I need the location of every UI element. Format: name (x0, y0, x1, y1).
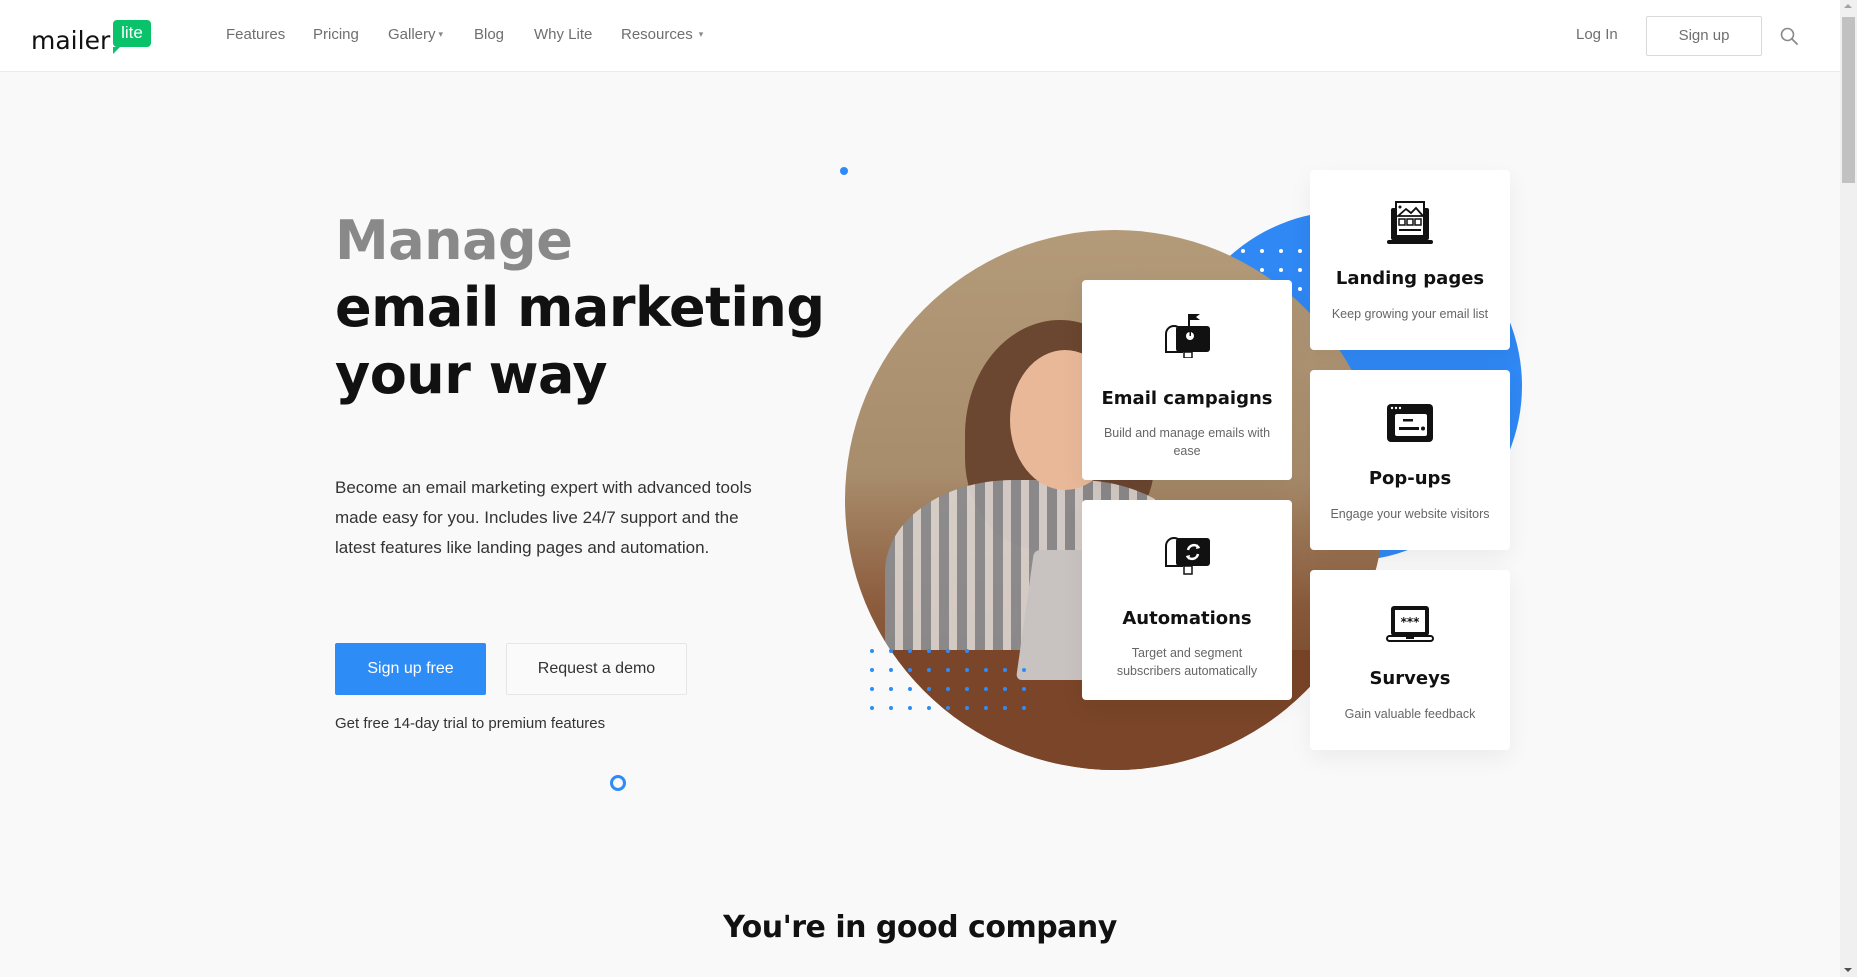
decorative-dot (927, 687, 931, 691)
nav-label: Pricing (313, 26, 359, 43)
card-description: Target and segment subscribers automatic… (1116, 646, 1258, 678)
request-demo-button[interactable]: Request a demo (506, 643, 687, 695)
nav-resources[interactable]: Resources ▾ (621, 26, 703, 43)
logo-badge: lite (113, 20, 151, 54)
signup-button[interactable]: Sign up (1646, 16, 1762, 56)
feature-card-surveys[interactable]: *** Surveys Gain valuable feedback (1310, 570, 1510, 750)
decorative-dot (1022, 668, 1026, 672)
scroll-up-arrow-icon[interactable] (1844, 4, 1852, 8)
decorative-dot (1003, 706, 1007, 710)
logo-wordmark: mailer (31, 26, 111, 55)
browser-popup-icon (1387, 404, 1433, 442)
decorative-dot (984, 706, 988, 710)
decorative-dot (1003, 687, 1007, 691)
card-title: Email campaigns (1101, 388, 1273, 409)
nav-label: Resources (621, 26, 693, 43)
decorative-dot (1279, 268, 1283, 272)
nav-gallery[interactable]: Gallery ▾ (388, 26, 443, 43)
decorative-dot (908, 649, 912, 653)
decorative-dot (1298, 268, 1302, 272)
feature-card-pop-ups[interactable]: Pop-ups Engage your website visitors (1310, 370, 1510, 550)
nav-features[interactable]: Features (226, 26, 285, 43)
decorative-dot (965, 668, 969, 672)
decorative-dot (965, 706, 969, 710)
decorative-dot (889, 668, 893, 672)
decorative-dot (889, 687, 893, 691)
decorative-dot (870, 706, 874, 710)
decorative-dot (946, 706, 950, 710)
card-title: Pop-ups (1368, 468, 1452, 489)
sign-up-free-button[interactable]: Sign up free (335, 643, 486, 695)
search-icon[interactable] (1780, 27, 1798, 45)
feature-card-email-campaigns[interactable]: Email campaigns Build and manage emails … (1082, 280, 1292, 480)
svg-text:***: *** (1401, 615, 1421, 629)
decorative-dot (1241, 249, 1245, 253)
mailbox-flag-icon (1165, 314, 1210, 358)
decorative-dot (965, 649, 969, 653)
decorative-dot (927, 706, 931, 710)
feature-card-landing-pages[interactable]: Landing pages Keep growing your email li… (1310, 170, 1510, 350)
decorative-dot (908, 706, 912, 710)
trial-note: Get free 14-day trial to premium feature… (335, 715, 606, 732)
decorative-dot (984, 668, 988, 672)
headline-line-1: Manage (335, 209, 573, 272)
laptop-landing-page-icon (1387, 201, 1433, 244)
nav-blog[interactable]: Blog (474, 26, 504, 43)
headline-line-3: your way (335, 343, 608, 406)
decorative-dot (1298, 249, 1302, 253)
scroll-down-arrow-icon[interactable] (1844, 968, 1852, 972)
chevron-down-icon: ▾ (438, 29, 444, 39)
decorative-dot (870, 649, 874, 653)
login-link[interactable]: Log In (1576, 26, 1618, 43)
card-title: Landing pages (1335, 268, 1485, 289)
mailbox-refresh-icon (1165, 537, 1210, 575)
vertical-scrollbar[interactable] (1840, 0, 1857, 977)
decorative-dot (965, 687, 969, 691)
laptop-survey-icon: *** (1386, 606, 1434, 642)
card-description: Keep growing your email list (1331, 307, 1489, 321)
decorative-dot (840, 167, 848, 175)
card-description: Gain valuable feedback (1344, 707, 1476, 721)
nav-why-lite[interactable]: Why Lite (534, 26, 592, 43)
decorative-dot (889, 706, 893, 710)
decorative-dot (908, 687, 912, 691)
decorative-dot (908, 668, 912, 672)
card-title: Surveys (1369, 668, 1451, 689)
decorative-dot (946, 687, 950, 691)
nav-label: Gallery (388, 26, 436, 43)
decorative-dot (1022, 706, 1026, 710)
decorative-ring (610, 775, 626, 791)
feature-card-automations[interactable]: Automations Target and segment subscribe… (1082, 500, 1292, 700)
decorative-dot (946, 649, 950, 653)
decorative-dot (927, 649, 931, 653)
decorative-dot (889, 649, 893, 653)
decorative-dot (1003, 668, 1007, 672)
card-description: Build and manage emails with ease (1103, 426, 1271, 458)
decorative-dot (1260, 268, 1264, 272)
section-heading: You're in good company (723, 910, 1117, 945)
card-title: Automations (1122, 608, 1252, 629)
decorative-dot (1022, 687, 1026, 691)
headline-line-2: email marketing (335, 276, 825, 339)
decorative-dot (984, 687, 988, 691)
decorative-dot (927, 668, 931, 672)
decorative-dot (1260, 249, 1264, 253)
nav-pricing[interactable]: Pricing (313, 26, 359, 43)
card-description: Engage your website visitors (1330, 507, 1490, 521)
decorative-dot (870, 687, 874, 691)
decorative-dot (946, 668, 950, 672)
site-header: mailer lite Features Pricing Gallery ▾ Bl… (0, 0, 1840, 72)
nav-label: Why Lite (534, 26, 593, 43)
scrollbar-thumb[interactable] (1842, 17, 1855, 183)
decorative-dot (1298, 287, 1302, 291)
hero-description: Become an email marketing expert with ad… (335, 478, 752, 557)
nav-label: Blog (474, 26, 505, 43)
hero-headline: Manage email marketing your way (335, 207, 825, 408)
decorative-dot (870, 668, 874, 672)
nav-label: Features (226, 26, 286, 43)
decorative-dot (1279, 249, 1283, 253)
chevron-down-icon: ▾ (698, 29, 704, 39)
